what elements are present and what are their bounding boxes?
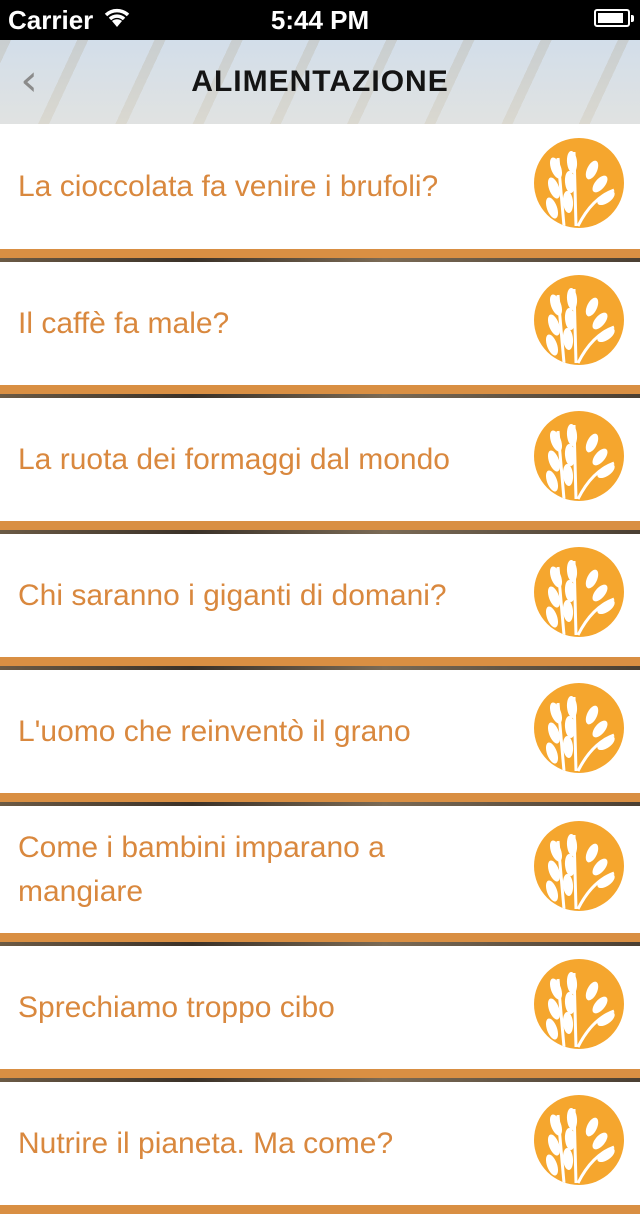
list-item[interactable]: Come i bambini imparano a mangiare [0, 806, 640, 942]
wheat-icon [534, 410, 624, 501]
article-list: La cioccolata fa venire i brufoli? Il ca… [0, 124, 640, 1214]
list-item[interactable]: La cioccolata fa venire i brufoli? [0, 124, 640, 258]
navigation-bar: ‹ ALIMENTAZIONE [0, 40, 640, 124]
list-item-label: Il caffè fa male? [18, 306, 230, 340]
list-item-label: Nutrire il pianeta. Ma come? [18, 1126, 394, 1160]
wheat-icon [534, 820, 624, 911]
status-bar: Carrier 5:44 PM [0, 0, 640, 40]
wheat-icon [534, 546, 624, 637]
wheat-icon [534, 682, 624, 773]
list-item[interactable]: Sprechiamo troppo cibo [0, 946, 640, 1078]
page-title: ALIMENTAZIONE [191, 65, 449, 98]
wheat-icon [534, 137, 624, 228]
wheat-icon [534, 958, 624, 1049]
list-item-label: Sprechiamo troppo cibo [18, 990, 335, 1024]
list-item[interactable]: Chi saranno i giganti di domani? [0, 534, 640, 666]
list-item-label: Chi saranno i giganti di domani? [18, 578, 447, 612]
list-item[interactable]: La ruota dei formaggi dal mondo [0, 398, 640, 530]
list-item-label: L'uomo che reinventò il grano [18, 714, 411, 748]
wheat-icon [534, 1094, 624, 1185]
list-item[interactable]: L'uomo che reinventò il grano [0, 670, 640, 802]
list-item[interactable]: Il caffè fa male? [0, 262, 640, 394]
wheat-icon [534, 274, 624, 365]
list-item[interactable]: Nutrire il pianeta. Ma come? [0, 1082, 640, 1214]
list-item-label: La ruota dei formaggi dal mondo [18, 442, 450, 476]
status-time: 5:44 PM [270, 5, 370, 35]
list-item-label: Come i bambini imparano a mangiare [18, 830, 385, 908]
list-item-label: La cioccolata fa venire i brufoli? [18, 169, 439, 203]
battery-icon [594, 9, 634, 27]
